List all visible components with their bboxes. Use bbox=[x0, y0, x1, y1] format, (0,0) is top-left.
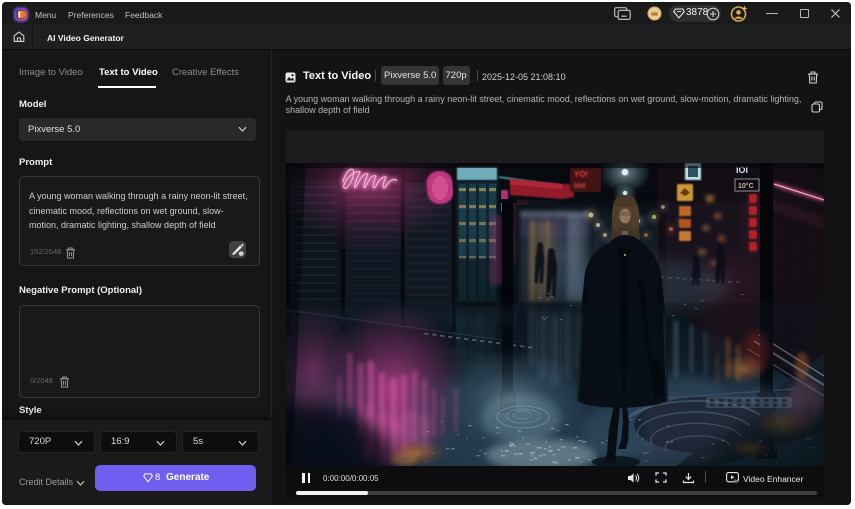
svg-text:4K: 4K bbox=[733, 479, 738, 483]
